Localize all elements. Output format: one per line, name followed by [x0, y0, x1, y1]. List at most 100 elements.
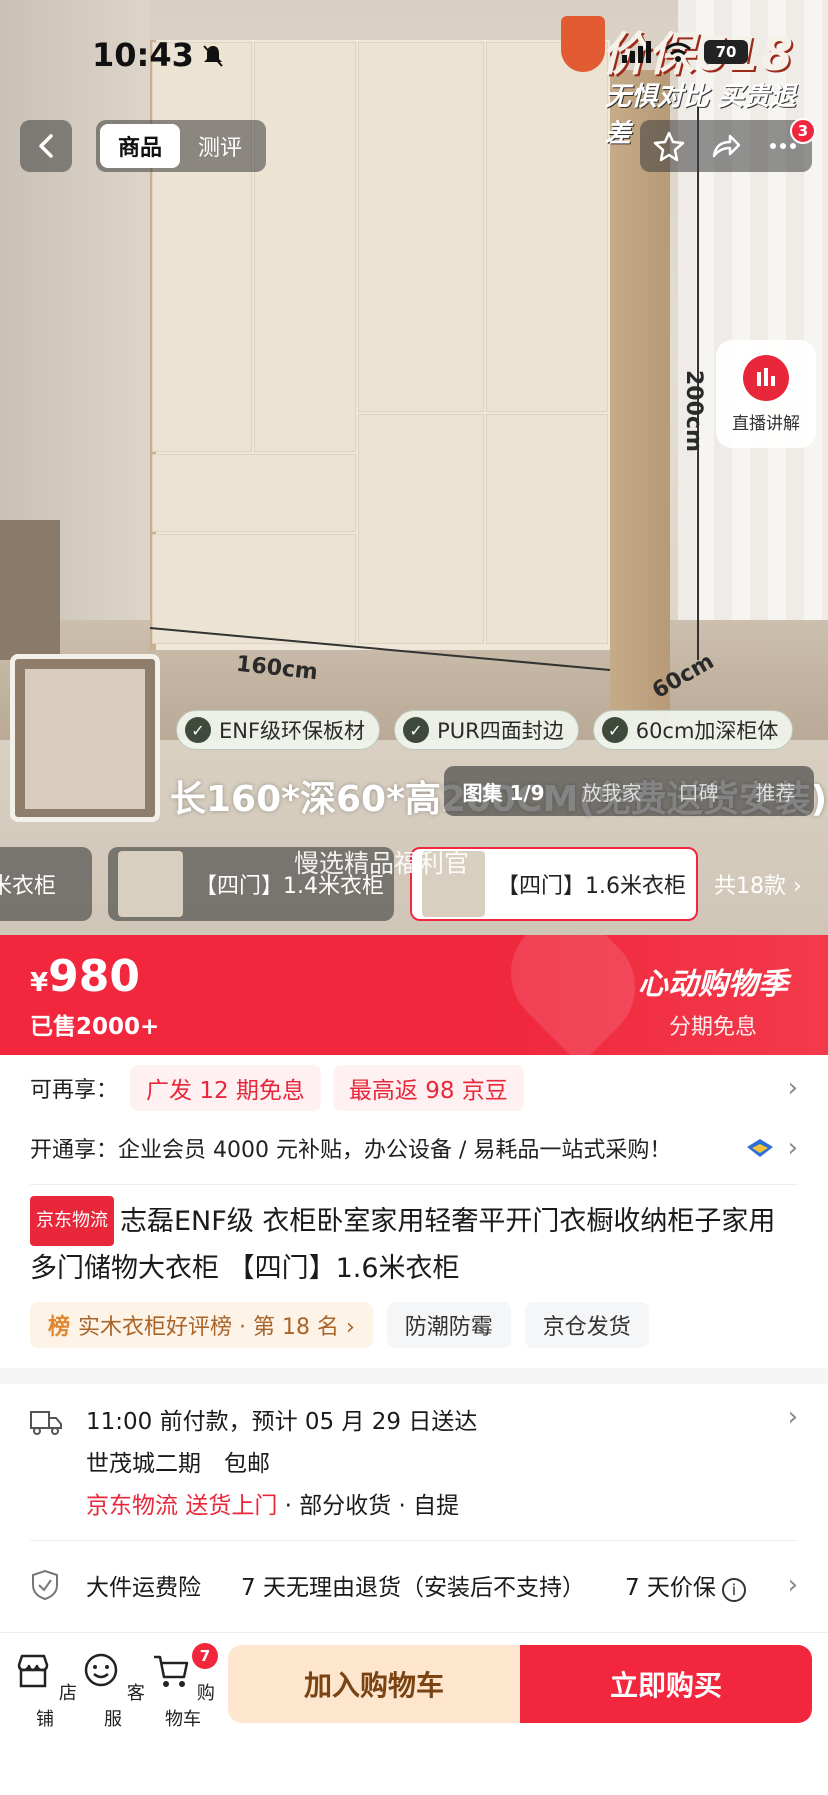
- variant-thumbnail: [118, 851, 183, 917]
- product-tags: 榜 实木衣柜好评榜 · 第 18 名 › 防潮防霉 京仓发货: [30, 1302, 649, 1348]
- jd-beans-pill[interactable]: 最高返 98 京豆: [332, 1065, 524, 1111]
- feature-chip: ✓ ENF级环保板材: [176, 710, 381, 750]
- benefits-label: 可再享：: [30, 1078, 119, 1103]
- heart-decoration: [488, 935, 658, 1055]
- status-icons: 70: [622, 40, 748, 64]
- notification-badge: 3: [790, 118, 816, 144]
- service-price-protection: 7 天价保 i: [625, 1568, 746, 1602]
- product-image-gallery[interactable]: 160cm 60cm 200cm 10:43 价保618 无惧对比 买贵退差 7…: [0, 0, 828, 935]
- rank-text: 实木衣柜好评榜 · 第 18 名 ›: [78, 1315, 355, 1340]
- ranking-tag[interactable]: 榜 实木衣柜好评榜 · 第 18 名 ›: [30, 1302, 373, 1348]
- enterprise-row[interactable]: 开通享：企业会员 4000 元补贴，办公设备 / 易耗品一站式采购！ ›: [30, 1124, 798, 1172]
- status-time: 10:43: [92, 36, 194, 74]
- rank-icon: 榜: [48, 1315, 71, 1340]
- page-tabs: 商品 测评: [96, 120, 266, 172]
- event-badge: 心动购物季 分期免息: [638, 959, 788, 1041]
- divider: [30, 1540, 798, 1541]
- shield-icon: [561, 16, 605, 72]
- mute-bell-icon: [203, 45, 223, 67]
- tab-recommend[interactable]: 推荐: [756, 777, 796, 806]
- feature-label: 60cm加深柜体: [635, 719, 779, 743]
- price: ¥980: [30, 951, 140, 1002]
- chevron-right-icon: ›: [787, 1402, 798, 1432]
- check-icon: ✓: [601, 717, 628, 743]
- wifi-icon: [665, 42, 691, 62]
- home-delivery-text: 送货上门: [185, 1493, 278, 1519]
- feature-list: ✓ ENF级环保板材 ✓ PUR四面封边 ✓ 60cm加深柜体: [176, 710, 794, 750]
- event-title: 心动购物季: [638, 967, 788, 1002]
- share-icon[interactable]: [710, 130, 742, 162]
- feature-chip: ✓ 60cm加深柜体: [592, 710, 794, 750]
- sold-count: 已售2000+: [30, 1014, 160, 1040]
- chevron-left-icon: [39, 134, 53, 158]
- event-subtitle: 分期免息: [668, 1015, 757, 1040]
- add-to-cart-button[interactable]: 加入购物车: [228, 1645, 520, 1723]
- truck-icon: [30, 1411, 62, 1435]
- store-icon: [17, 1654, 49, 1688]
- tab-goods[interactable]: 商品: [100, 124, 180, 168]
- tag-moisture-proof: 防潮防霉: [386, 1302, 511, 1348]
- store-button[interactable]: 店铺: [10, 1651, 80, 1731]
- bottom-action-bar: 店铺 客服 购物车 7 加入购物车 立即购买: [0, 1632, 828, 1795]
- feature-label: ENF级环保板材: [219, 719, 366, 743]
- live-icon: [743, 354, 789, 401]
- live-explain-button[interactable]: 直播讲解: [716, 340, 816, 448]
- delivery-options: 京东物流 送货上门 · 部分收货 · 自提: [86, 1486, 459, 1520]
- chevron-right-icon: ›: [787, 1570, 798, 1600]
- jd-logistics-text: 京东物流: [86, 1493, 178, 1519]
- width-dimension-line: [149, 627, 611, 671]
- service-guarantees[interactable]: 大件运费险 7 天无理由退货（安装后不支持） 7 天价保 i ›: [30, 1562, 798, 1608]
- live-label: 直播讲解: [732, 413, 800, 434]
- top-actions: [640, 120, 812, 172]
- enterprise-vip-icon: [746, 1139, 773, 1157]
- enterprise-text: 开通享：企业会员 4000 元补贴，办公设备 / 易耗品一站式采购！: [30, 1138, 672, 1163]
- feature-chip: ✓ PUR四面封边: [394, 710, 579, 750]
- jd-logistics-badge: 京东物流: [30, 1196, 114, 1246]
- delivery-estimate: 11:00 前付款，预计 05 月 29 日送达: [86, 1409, 478, 1435]
- chat-smile-icon: [84, 1653, 118, 1687]
- info-icon[interactable]: i: [721, 1578, 746, 1602]
- cart-icon: [154, 1655, 189, 1687]
- variant-option[interactable]: 米衣柜: [0, 847, 92, 921]
- product-title: 京东物流 志磊ENF级 衣柜卧室家用轻奢平开门衣橱收纳柜子家用多门储物大衣柜 【四…: [30, 1196, 798, 1292]
- battery-indicator: 70: [704, 40, 748, 64]
- product-title-text: 志磊ENF级 衣柜卧室家用轻奢平开门衣橱收纳柜子家用多门储物大衣柜 【四门】1.…: [30, 1206, 776, 1284]
- interior-thumbnail[interactable]: [10, 654, 160, 822]
- promo-hint: 慢选精品福利官: [294, 849, 470, 878]
- tag-warehouse: 京仓发货: [524, 1302, 649, 1348]
- check-icon: ✓: [403, 717, 430, 743]
- delivery-address: 世茂城二期 包邮: [86, 1451, 270, 1477]
- price-value: 980: [48, 951, 140, 1002]
- other-delivery-options: · 部分收货 · 自提: [277, 1493, 460, 1519]
- tab-reputation[interactable]: 口碑: [679, 777, 719, 806]
- benefits-row[interactable]: 可再享： 广发 12 期免息 最高返 98 京豆 ›: [30, 1064, 798, 1112]
- image-tabs: 图集 1/9 放我家 口碑 推荐: [444, 766, 814, 816]
- chevron-right-icon: ›: [787, 1133, 798, 1163]
- check-icon: ✓: [185, 717, 211, 743]
- section-separator: [0, 1368, 828, 1384]
- tab-gallery[interactable]: 图集 1/9: [462, 777, 544, 806]
- price-banner: ¥980 已售2000+ 心动购物季 分期免息: [0, 935, 828, 1055]
- cart-count-badge: 7: [192, 1643, 218, 1669]
- variant-label: 【四门】1.6米衣柜: [497, 874, 686, 899]
- variant-count[interactable]: 共18款 ›: [714, 868, 802, 900]
- tab-place-at-home[interactable]: 放我家: [582, 777, 642, 806]
- shield-check-icon: [32, 1569, 58, 1601]
- divider: [30, 1184, 798, 1185]
- feature-label: PUR四面封边: [437, 719, 564, 743]
- cart-button[interactable]: 购物车 7: [148, 1643, 218, 1731]
- customer-service-button[interactable]: 客服: [78, 1651, 148, 1731]
- service-return-policy: 7 天无理由退货（安装后不支持）: [241, 1575, 585, 1601]
- chevron-right-icon: ›: [787, 1073, 798, 1103]
- service-freight-insurance: 大件运费险: [86, 1575, 201, 1601]
- height-label: 200cm: [681, 370, 706, 452]
- installment-pill[interactable]: 广发 12 期免息: [130, 1065, 321, 1111]
- nightstand: [0, 520, 60, 660]
- signal-icon: [622, 41, 651, 63]
- variant-label: 米衣柜: [0, 874, 57, 899]
- star-icon[interactable]: [653, 130, 685, 162]
- currency-symbol: ¥: [30, 968, 49, 998]
- tab-review[interactable]: 测评: [180, 130, 260, 162]
- back-button[interactable]: [20, 120, 72, 172]
- buy-now-button[interactable]: 立即购买: [520, 1645, 812, 1723]
